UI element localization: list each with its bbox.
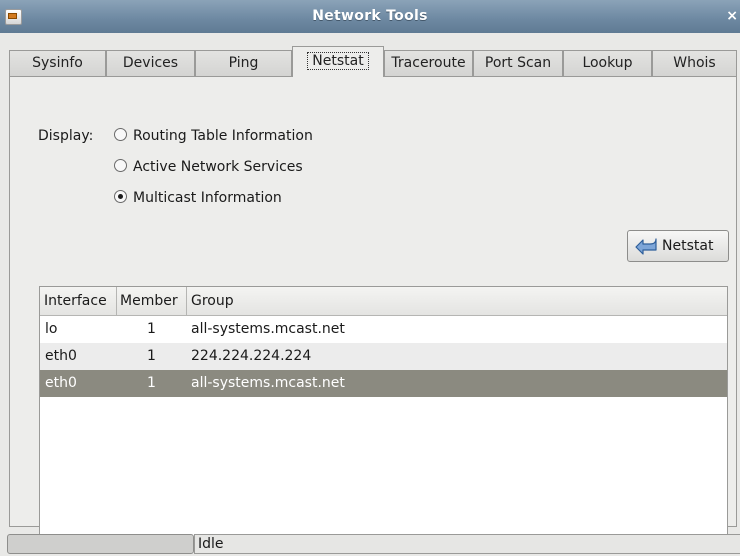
tab-label: Devices xyxy=(122,55,179,71)
tab-netstat[interactable]: Netstat xyxy=(292,46,384,77)
tab-label: Ping xyxy=(228,55,259,71)
radio-active-services[interactable]: Active Network Services xyxy=(114,159,303,175)
tab-label: Port Scan xyxy=(484,55,552,71)
tab-sysinfo[interactable]: Sysinfo xyxy=(9,50,106,76)
cell-interface: eth0 xyxy=(45,348,77,364)
title-bar[interactable]: Network Tools × xyxy=(0,0,740,33)
window-title: Network Tools xyxy=(312,8,428,24)
cell-member: 1 xyxy=(147,375,156,391)
cell-interface: eth0 xyxy=(45,375,77,391)
netstat-page: Display: Routing Table Information Activ… xyxy=(9,76,737,544)
netstat-button[interactable]: Netstat xyxy=(627,230,729,262)
radio-label: Active Network Services xyxy=(133,159,303,175)
table-header: Interface Member Group xyxy=(40,287,727,316)
tab-notebook: Sysinfo Devices Ping Netstat Traceroute … xyxy=(9,46,737,544)
display-label: Display: xyxy=(38,128,94,144)
cell-member: 1 xyxy=(147,348,156,364)
netstat-button-label: Netstat xyxy=(662,238,714,254)
cell-group: all-systems.mcast.net xyxy=(191,375,345,391)
tab-strip: Sysinfo Devices Ping Netstat Traceroute … xyxy=(9,46,737,77)
tab-label: Netstat xyxy=(307,52,369,70)
column-header-member[interactable]: Member xyxy=(116,287,186,315)
tab-ping[interactable]: Ping xyxy=(195,50,292,76)
radio-label: Multicast Information xyxy=(133,190,282,206)
progress-bar xyxy=(7,534,194,554)
column-header-interface[interactable]: Interface xyxy=(44,287,119,315)
cell-interface: lo xyxy=(45,321,58,337)
tab-traceroute[interactable]: Traceroute xyxy=(384,50,473,76)
radio-multicast[interactable]: Multicast Information xyxy=(114,190,282,206)
radio-routing-table[interactable]: Routing Table Information xyxy=(114,128,313,144)
radio-button[interactable] xyxy=(114,190,127,203)
tab-port-scan[interactable]: Port Scan xyxy=(473,50,563,76)
cell-group: all-systems.mcast.net xyxy=(191,321,345,337)
status-text: Idle xyxy=(194,534,740,554)
tab-label: Whois xyxy=(673,55,716,71)
table-row[interactable]: eth0 1 224.224.224.224 xyxy=(40,343,727,370)
tab-whois[interactable]: Whois xyxy=(652,50,737,76)
tab-label: Traceroute xyxy=(391,55,466,71)
cell-member: 1 xyxy=(147,321,156,337)
cell-group: 224.224.224.224 xyxy=(191,348,312,364)
tab-devices[interactable]: Devices xyxy=(106,50,195,76)
table-row[interactable]: eth0 1 all-systems.mcast.net xyxy=(40,370,727,397)
back-arrow-icon xyxy=(635,238,657,255)
radio-label: Routing Table Information xyxy=(133,128,313,144)
table-row[interactable]: lo 1 all-systems.mcast.net xyxy=(40,316,727,343)
tab-label: Sysinfo xyxy=(32,55,83,71)
radio-button[interactable] xyxy=(114,128,127,141)
multicast-table[interactable]: Interface Member Group lo 1 all-systems.… xyxy=(39,286,728,544)
tab-lookup[interactable]: Lookup xyxy=(563,50,652,76)
radio-button[interactable] xyxy=(114,159,127,172)
column-header-group[interactable]: Group xyxy=(186,287,726,315)
close-icon[interactable]: × xyxy=(726,8,738,24)
tab-label: Lookup xyxy=(582,55,633,71)
